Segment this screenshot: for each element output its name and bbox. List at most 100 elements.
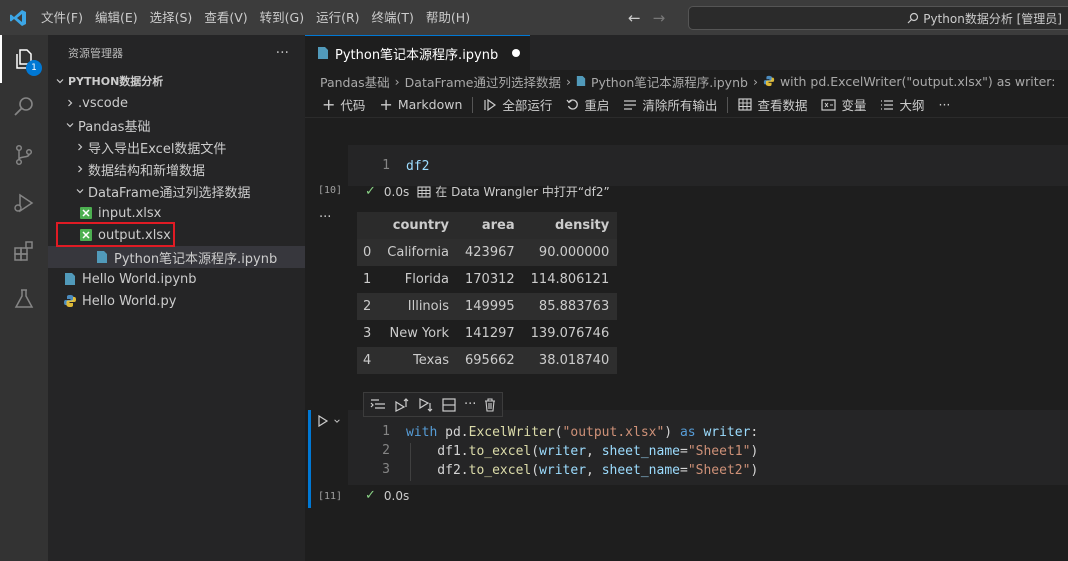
- clear-outputs-button[interactable]: 清除所有输出: [616, 95, 724, 114]
- notebook-toolbar: + 代码 + Markdown 全部运行 重启 清除所有输出 查看数据 变量 大纲 …: [305, 92, 1068, 118]
- menu-help[interactable]: 帮助(H): [420, 0, 476, 35]
- variables-icon: [821, 98, 837, 111]
- data-wrangler-link[interactable]: 在 Data Wrangler 中打开“df2”: [435, 183, 610, 200]
- line-number: 2: [382, 443, 390, 458]
- explorer-sidebar: 资源管理器 ··· PYTHON数据分析 .vscode Pandas基础 导入…: [48, 35, 305, 561]
- tree-item-import-export[interactable]: 导入导出Excel数据文件: [48, 136, 305, 158]
- tree-item-dataframe-folder[interactable]: DataFrame通过列选择数据: [48, 180, 305, 202]
- variables-button[interactable]: 变量: [814, 95, 873, 114]
- tree-item-hello-py[interactable]: Hello World.py: [48, 290, 305, 312]
- code-line[interactable]: df1.to_excel(writer, sheet_name="Sheet1"…: [406, 442, 758, 461]
- view-data-label: 查看数据: [757, 98, 808, 113]
- code-line[interactable]: with pd.ExcelWriter("output.xlsx") as wr…: [406, 423, 758, 442]
- variables-label: 变量: [841, 98, 867, 113]
- more-actions-icon[interactable]: ···: [464, 397, 476, 412]
- table-cell: 38.018740: [522, 347, 618, 374]
- menu-file[interactable]: 文件(F): [35, 0, 89, 35]
- breadcrumb-item[interactable]: DataFrame通过列选择数据: [405, 72, 561, 91]
- back-arrow-icon[interactable]: ←: [628, 9, 641, 27]
- tree-item-input-xlsx[interactable]: input.xlsx: [48, 202, 305, 224]
- table-cell: 0: [357, 239, 380, 266]
- tree-item-label: Hello World.py: [82, 293, 177, 309]
- table-cell: 4: [357, 347, 380, 374]
- code-line[interactable]: df2.to_excel(writer, sheet_name="Sheet2"…: [406, 461, 758, 480]
- chevron-down-icon: [62, 120, 78, 130]
- exec-time: 0.0s: [383, 488, 410, 503]
- tree-item-label: output.xlsx: [98, 227, 171, 243]
- workspace-root-label: PYTHON数据分析: [68, 75, 164, 88]
- source-control-icon[interactable]: [0, 131, 48, 179]
- unsaved-dot-icon[interactable]: [512, 49, 521, 57]
- table-cell: 695662: [457, 347, 523, 374]
- title-bar: 文件(F) 编辑(E) 选择(S) 查看(V) 转到(G) 运行(R) 终端(T…: [0, 0, 1068, 35]
- code-token: sheet_name: [601, 463, 680, 478]
- activity-bar: 1: [0, 35, 48, 561]
- code-token: writer: [703, 425, 751, 440]
- menu-view[interactable]: 查看(V): [198, 0, 253, 35]
- menu-run[interactable]: 运行(R): [310, 0, 365, 35]
- add-code-cell-button[interactable]: + 代码: [315, 95, 372, 114]
- tree-item-label: 导入导出Excel数据文件: [88, 141, 227, 157]
- sidebar-more-button[interactable]: ···: [276, 45, 289, 61]
- table-cell: 114.806121: [530, 272, 610, 287]
- menu-edit[interactable]: 编辑(E): [89, 0, 144, 35]
- execute-above-icon[interactable]: [394, 397, 410, 412]
- testing-flask-icon[interactable]: [0, 275, 48, 323]
- code-token: ,: [586, 444, 602, 459]
- breadcrumb-item[interactable]: with pd.ExcelWriter("output.xlsx") as wr…: [780, 74, 1056, 89]
- split-cell-icon[interactable]: [442, 397, 456, 412]
- tree-item-label: Pandas基础: [78, 119, 151, 135]
- tree-item-notebook-active[interactable]: Python笔记本源程序.ipynb: [48, 246, 305, 268]
- outline-button[interactable]: 大纲: [873, 95, 931, 114]
- trash-icon[interactable]: [484, 397, 496, 412]
- breadcrumb-item[interactable]: Pandas基础: [320, 72, 390, 91]
- focused-cell-indicator: [308, 410, 311, 508]
- restart-button[interactable]: 重启: [559, 95, 616, 114]
- tree-item-hello-ipynb[interactable]: Hello World.ipynb: [48, 268, 305, 290]
- table-cell: Illinois: [379, 293, 458, 320]
- chevron-right-icon: ›: [752, 73, 758, 89]
- code-line[interactable]: df2: [406, 157, 429, 176]
- menu-bar: 文件(F) 编辑(E) 选择(S) 查看(V) 转到(G) 运行(R) 终端(T…: [35, 0, 476, 35]
- execute-below-icon[interactable]: [418, 397, 434, 412]
- table-header-cell: [357, 212, 380, 239]
- add-markdown-cell-button[interactable]: + Markdown: [372, 95, 469, 114]
- run-debug-icon[interactable]: [0, 179, 48, 227]
- run-all-button[interactable]: 全部运行: [476, 95, 559, 114]
- tree-item-label: input.xlsx: [98, 205, 162, 221]
- breadcrumb-item[interactable]: Python笔记本源程序.ipynb: [591, 72, 748, 91]
- plus-icon: +: [379, 95, 393, 114]
- output-menu-button[interactable]: ···: [319, 210, 331, 225]
- toolbar-more-button[interactable]: ···: [931, 97, 957, 112]
- code-token: to_excel: [468, 463, 532, 478]
- workspace-root[interactable]: PYTHON数据分析: [48, 70, 305, 92]
- code-token: writer: [539, 444, 587, 459]
- command-center-search[interactable]: Python数据分析 [管理员]: [688, 6, 1068, 30]
- run-cell-button[interactable]: [317, 415, 341, 427]
- table-cell: 90.000000: [522, 239, 618, 266]
- code-token: =: [679, 463, 688, 478]
- dataframe-output-table: country area density 0 California 423967…: [357, 212, 618, 374]
- tab-notebook[interactable]: Python笔记本源程序.ipynb: [305, 35, 531, 70]
- run-by-line-icon[interactable]: [370, 398, 386, 412]
- tree-item-data-structure[interactable]: 数据结构和新增数据: [48, 158, 305, 180]
- outline-icon: [881, 99, 894, 110]
- menu-terminal[interactable]: 终端(T): [366, 0, 420, 35]
- tree-item-output-xlsx[interactable]: output.xlsx: [48, 224, 305, 246]
- forward-arrow-icon[interactable]: →: [653, 9, 666, 27]
- menu-go[interactable]: 转到(G): [254, 0, 310, 35]
- menu-selection[interactable]: 选择(S): [144, 0, 199, 35]
- search-view-icon[interactable]: [0, 83, 48, 131]
- tree-item-vscode[interactable]: .vscode: [48, 92, 305, 114]
- extensions-icon[interactable]: [0, 227, 48, 275]
- search-text: Python数据分析 [管理员]: [923, 11, 1062, 26]
- python-file-icon: [62, 293, 78, 309]
- code-token: ): [664, 425, 680, 440]
- view-data-button[interactable]: 查看数据: [731, 95, 814, 114]
- restart-icon: [566, 99, 579, 110]
- code-cell-df2[interactable]: [348, 145, 1068, 186]
- explorer-icon[interactable]: 1: [0, 35, 48, 83]
- tree-item-pandas[interactable]: Pandas基础: [48, 114, 305, 136]
- code-token: df1.: [406, 444, 469, 459]
- data-wrangler-icon[interactable]: [417, 185, 431, 198]
